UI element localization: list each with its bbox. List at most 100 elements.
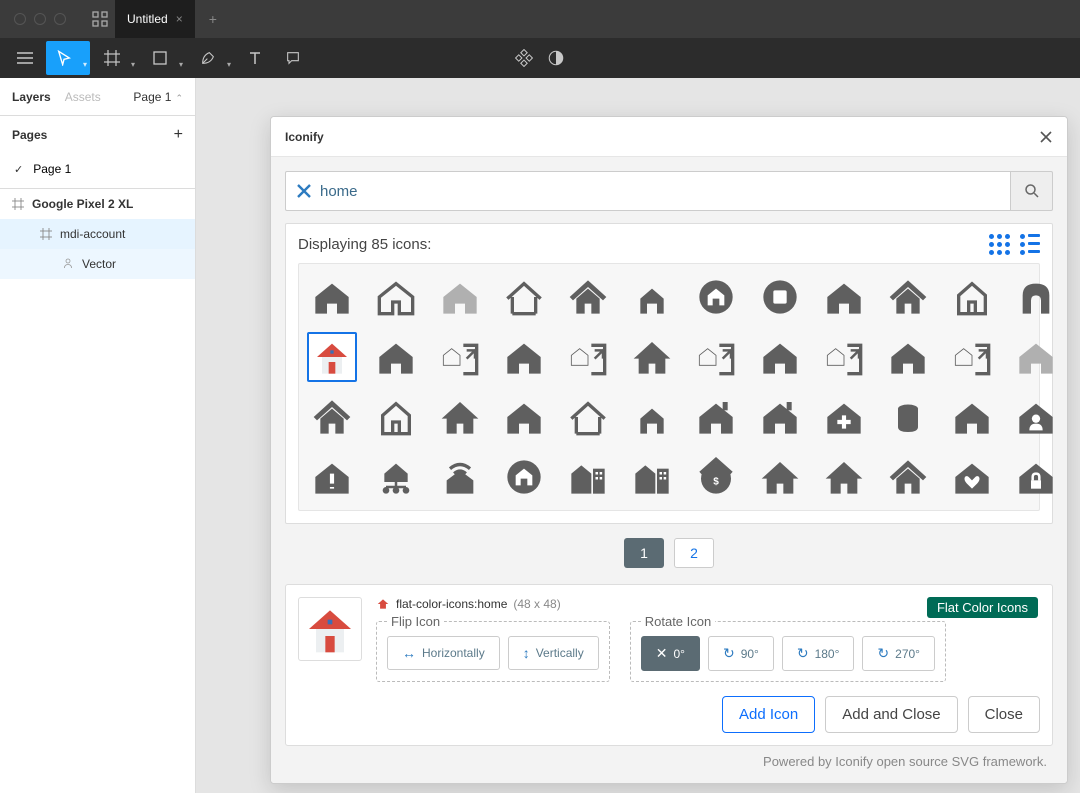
icon-result-cell[interactable] bbox=[563, 332, 613, 382]
icon-result-cell[interactable] bbox=[627, 272, 677, 322]
icon-result-cell[interactable] bbox=[499, 392, 549, 442]
clear-search-icon[interactable] bbox=[296, 183, 312, 199]
frame-tool[interactable]: ▾ bbox=[94, 41, 138, 75]
icon-result-cell[interactable] bbox=[947, 332, 997, 382]
icon-result-cell[interactable] bbox=[883, 452, 933, 502]
chevron-down-icon: ▾ bbox=[131, 60, 135, 69]
icon-result-cell[interactable] bbox=[755, 452, 805, 502]
pen-tool[interactable]: ▾ bbox=[190, 41, 234, 75]
comment-tool[interactable] bbox=[276, 41, 310, 75]
icon-result-cell[interactable] bbox=[883, 272, 933, 322]
icon-result-cell[interactable] bbox=[627, 392, 677, 442]
rotate-270-button[interactable]: ↻ 270° bbox=[862, 636, 935, 671]
icon-result-cell[interactable] bbox=[435, 452, 485, 502]
icon-result-cell[interactable] bbox=[371, 392, 421, 442]
close-icon: ✕ bbox=[656, 645, 668, 662]
icon-result-cell[interactable] bbox=[755, 272, 805, 322]
list-view-toggle[interactable] bbox=[1020, 234, 1040, 255]
layer-frame-row[interactable]: Google Pixel 2 XL bbox=[0, 189, 195, 219]
text-tool[interactable] bbox=[238, 41, 272, 75]
layer-frame-row[interactable]: mdi-account bbox=[0, 219, 195, 249]
panel-close-button[interactable] bbox=[1039, 130, 1053, 144]
icon-result-cell[interactable] bbox=[947, 452, 997, 502]
icon-result-cell[interactable] bbox=[627, 332, 677, 382]
icon-result-cell[interactable] bbox=[755, 392, 805, 442]
icon-result-cell[interactable] bbox=[307, 272, 357, 322]
icon-result-cell[interactable] bbox=[691, 272, 741, 322]
icon-result-cell[interactable] bbox=[755, 332, 805, 382]
flip-vertical-button[interactable]: ↕ Vertically bbox=[508, 636, 599, 670]
add-icon-button[interactable]: Add Icon bbox=[722, 696, 815, 733]
icon-result-cell[interactable] bbox=[499, 452, 549, 502]
icon-result-cell[interactable] bbox=[819, 272, 869, 322]
traffic-min[interactable] bbox=[34, 13, 46, 25]
icon-result-cell[interactable] bbox=[307, 452, 357, 502]
close-tab-icon[interactable]: × bbox=[176, 12, 183, 26]
flip-horizontal-button[interactable]: ↔ Horizontally bbox=[387, 636, 500, 670]
shape-tool[interactable]: ▾ bbox=[142, 41, 186, 75]
page-selector[interactable]: Page 1⌃ bbox=[133, 90, 183, 104]
tab-layers[interactable]: Layers bbox=[12, 90, 51, 104]
icon-result-cell[interactable] bbox=[307, 392, 357, 442]
add-and-close-button[interactable]: Add and Close bbox=[825, 696, 957, 733]
search-button[interactable] bbox=[1011, 171, 1053, 211]
check-icon: ✓ bbox=[14, 163, 23, 176]
icon-result-cell[interactable] bbox=[691, 452, 741, 502]
canvas-area[interactable]: Iconify bbox=[196, 78, 1080, 793]
frame-icon bbox=[40, 228, 52, 240]
icon-result-cell[interactable] bbox=[371, 332, 421, 382]
icon-result-cell[interactable] bbox=[435, 272, 485, 322]
icon-result-cell[interactable] bbox=[1011, 392, 1061, 442]
icon-result-cell[interactable] bbox=[435, 332, 485, 382]
icon-result-cell[interactable] bbox=[947, 272, 997, 322]
icon-result-cell[interactable] bbox=[947, 392, 997, 442]
doc-tab-untitled[interactable]: Untitled × bbox=[115, 0, 195, 38]
icon-result-cell[interactable] bbox=[1011, 332, 1061, 382]
tab-assets[interactable]: Assets bbox=[65, 90, 101, 104]
icon-result-cell[interactable] bbox=[563, 392, 613, 442]
flip-v-icon: ↕ bbox=[523, 645, 530, 661]
rotate-0-button[interactable]: ✕ 0° bbox=[641, 636, 700, 671]
flip-h-icon: ↔ bbox=[402, 645, 416, 661]
layer-vector-row[interactable]: Vector bbox=[0, 249, 195, 279]
icon-result-cell[interactable] bbox=[1011, 452, 1061, 502]
page-2-button[interactable]: 2 bbox=[674, 538, 714, 568]
icon-result-cell[interactable] bbox=[371, 452, 421, 502]
panel-title: Iconify bbox=[285, 130, 324, 144]
add-page-button[interactable]: + bbox=[174, 126, 183, 144]
traffic-close[interactable] bbox=[14, 13, 26, 25]
menu-button[interactable] bbox=[8, 41, 42, 75]
iconset-tag[interactable]: Flat Color Icons bbox=[927, 597, 1038, 618]
page-row[interactable]: ✓ Page 1 bbox=[0, 154, 195, 184]
vector-icon bbox=[62, 258, 74, 270]
icon-result-cell[interactable] bbox=[691, 332, 741, 382]
grid-view-toggle[interactable] bbox=[989, 234, 1010, 255]
icon-result-cell[interactable] bbox=[819, 332, 869, 382]
icon-result-cell[interactable] bbox=[307, 332, 357, 382]
panel-footer-credit: Powered by Iconify open source SVG frame… bbox=[285, 746, 1053, 769]
rotate-90-button[interactable]: ↻ 90° bbox=[708, 636, 774, 671]
rotate-180-button[interactable]: ↻ 180° bbox=[782, 636, 855, 671]
icon-result-cell[interactable] bbox=[435, 392, 485, 442]
mask-icon[interactable] bbox=[547, 49, 565, 67]
move-tool[interactable]: ▾ bbox=[46, 41, 90, 75]
icon-result-cell[interactable] bbox=[691, 392, 741, 442]
traffic-max[interactable] bbox=[54, 13, 66, 25]
icon-result-cell[interactable] bbox=[883, 392, 933, 442]
icon-result-cell[interactable] bbox=[819, 392, 869, 442]
icon-result-cell[interactable] bbox=[819, 452, 869, 502]
app-grid-icon[interactable] bbox=[90, 9, 110, 29]
components-icon[interactable] bbox=[515, 49, 533, 67]
icon-result-cell[interactable] bbox=[499, 272, 549, 322]
icon-result-cell[interactable] bbox=[371, 272, 421, 322]
page-1-button[interactable]: 1 bbox=[624, 538, 664, 568]
icon-result-cell[interactable] bbox=[563, 452, 613, 502]
new-tab-button[interactable]: + bbox=[195, 11, 231, 27]
icon-result-cell[interactable] bbox=[627, 452, 677, 502]
icon-result-cell[interactable] bbox=[499, 332, 549, 382]
search-input[interactable] bbox=[320, 183, 1000, 200]
close-button[interactable]: Close bbox=[968, 696, 1040, 733]
icon-result-cell[interactable] bbox=[563, 272, 613, 322]
icon-result-cell[interactable] bbox=[883, 332, 933, 382]
icon-result-cell[interactable] bbox=[1011, 272, 1061, 322]
